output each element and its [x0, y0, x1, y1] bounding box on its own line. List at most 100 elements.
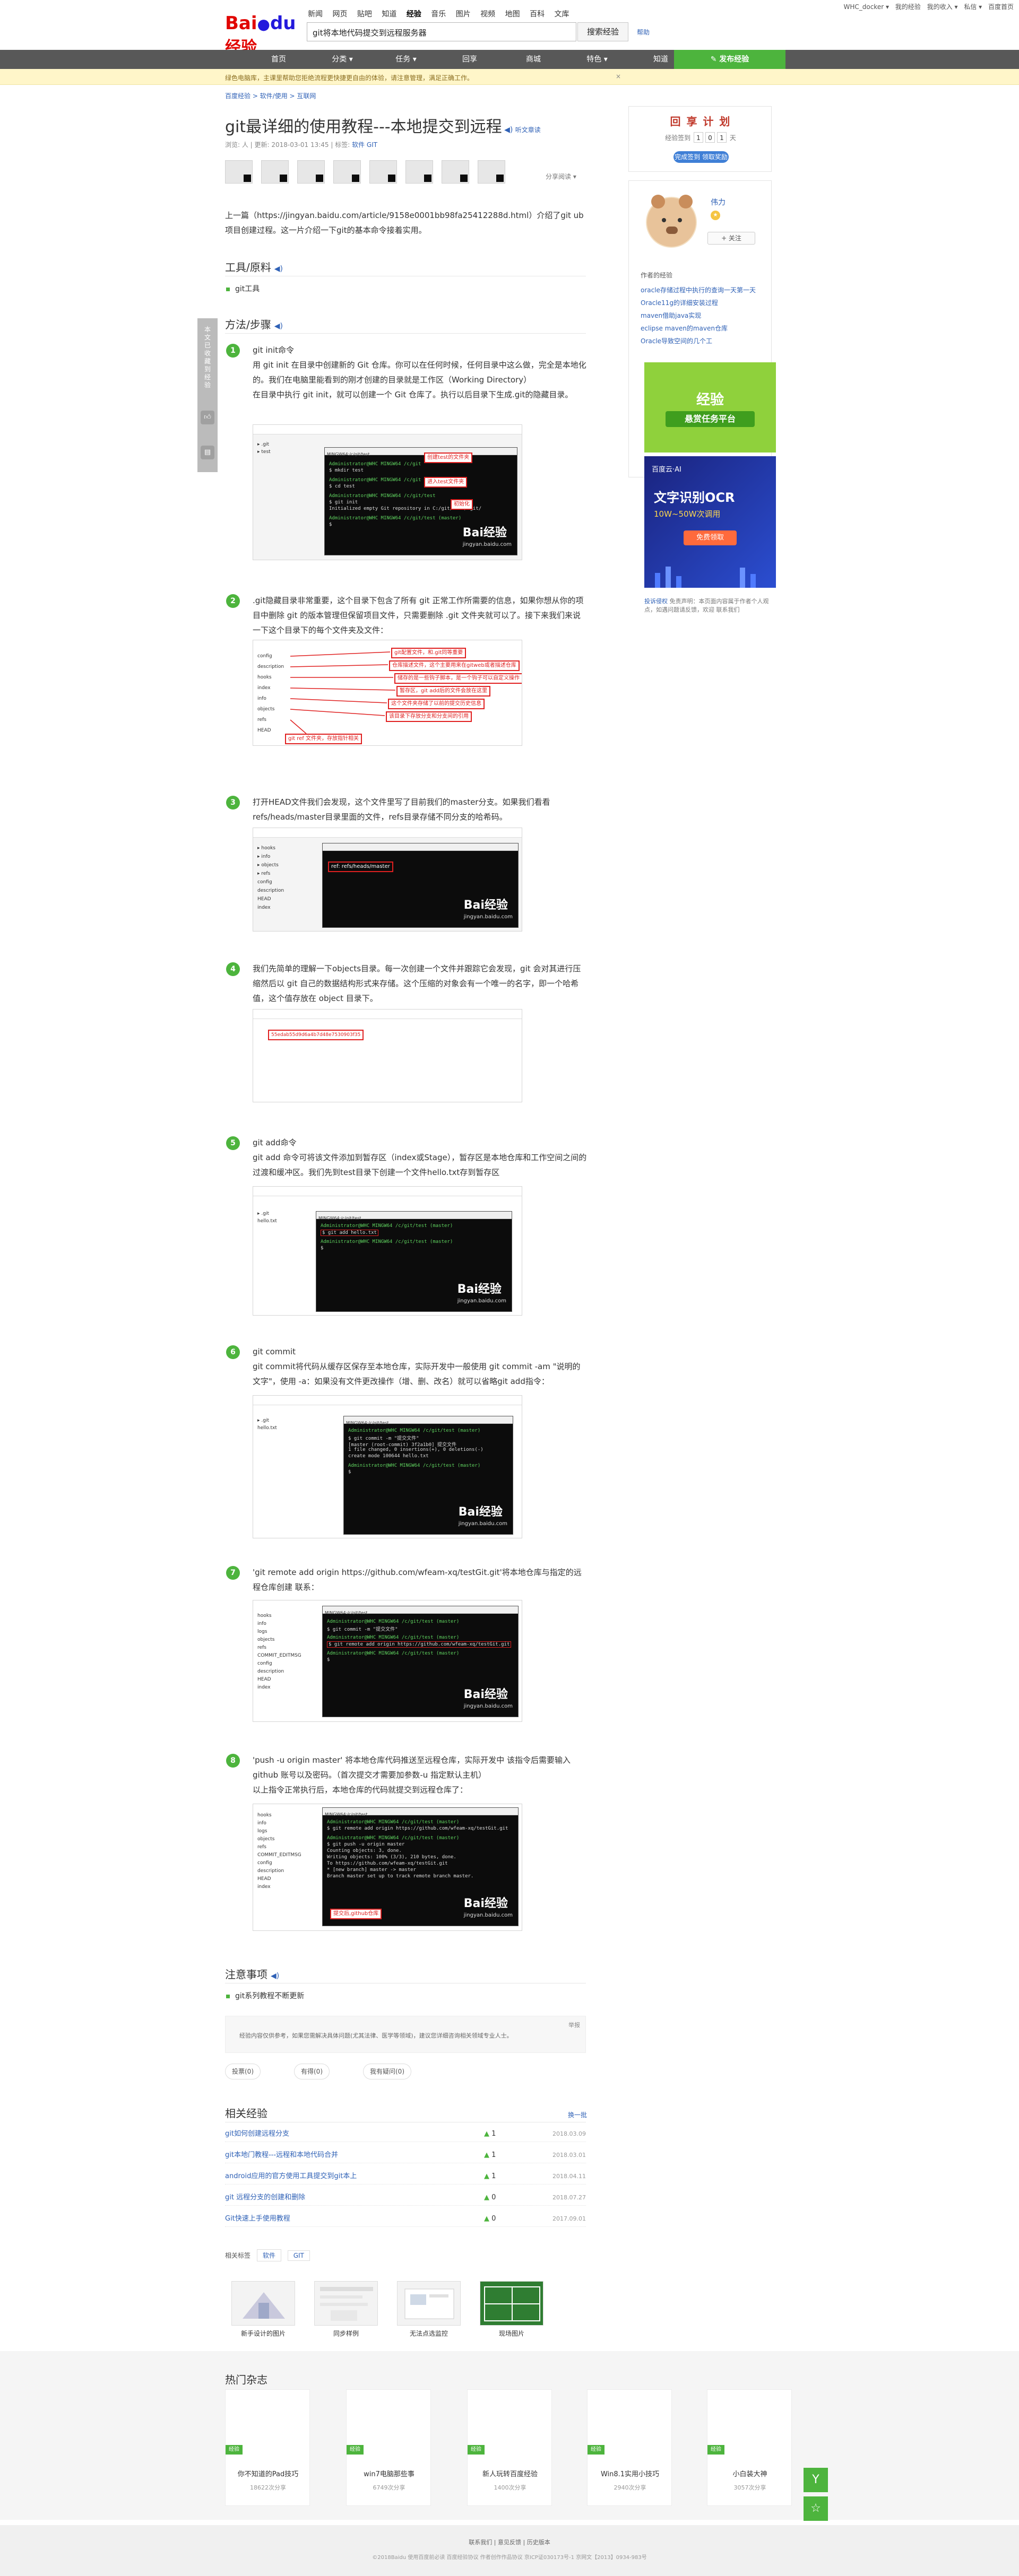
step-screenshot[interactable]: hooks info logs objects refs COMMIT_EDITMSG co… [253, 1600, 522, 1722]
author-name[interactable]: 伟力 [711, 197, 726, 207]
channel-video[interactable]: 视频 [480, 10, 495, 19]
sidebar-report-link[interactable]: 投诉侵权 [644, 598, 668, 605]
refresh-related-link[interactable]: 换一批 [568, 2110, 587, 2119]
close-icon[interactable]: × [616, 73, 621, 80]
article-intro: 上一篇（https://jingyan.baidu.com/article/91… [225, 211, 584, 235]
thumbnail[interactable] [442, 160, 469, 184]
step-line: 在目录中执行 git init，就可以创建一个 Git 仓库了。执行以后目录下生… [253, 390, 573, 399]
thumbnail[interactable] [405, 160, 433, 184]
nav-huixiang[interactable]: 回享 [441, 50, 499, 69]
related-row[interactable]: Git快速上手使用教程 ▲ 0 2017.09.01 [225, 2211, 586, 2227]
related-row[interactable]: git本地门教程---远程和本地代码合并 ▲ 1 2018.03.01 [225, 2147, 586, 2163]
speaker-icon[interactable]: ◀) [274, 322, 283, 330]
step-screenshot[interactable]: ▸ .git hello.txt MINGW64:/c/git/test Admi… [253, 1186, 522, 1316]
tag-link[interactable]: 软件 [256, 2249, 281, 2261]
step-line: git add命令 [253, 1138, 297, 1147]
step-screenshot[interactable]: ▸ .git hello.txt MINGW64:/c/git/test Admi… [253, 1395, 522, 1538]
author-list-item[interactable]: Oracle11g的详细安装过程 [641, 297, 763, 309]
magazine-card[interactable]: 经验 小白装大神 3057次分享 [707, 2389, 792, 2506]
avatar[interactable] [646, 195, 697, 248]
channel-baike[interactable]: 百科 [530, 10, 545, 19]
top-link-income[interactable]: 我的收入 ▾ [927, 3, 958, 11]
nav-task[interactable]: 任务 ▾ [377, 50, 435, 69]
magazine-card[interactable]: 经验 Win8.1实用小技巧 2940次分享 [587, 2389, 672, 2506]
tag-link[interactable]: GIT [287, 2250, 310, 2261]
bullet-icon [226, 1994, 230, 1998]
thumbnail[interactable] [369, 160, 397, 184]
tools-item: git工具 [226, 283, 260, 294]
channel-tieba[interactable]: 贴吧 [357, 10, 372, 19]
thumbnail[interactable] [478, 160, 505, 184]
reco-item[interactable]: 同步样例 [314, 2281, 378, 2338]
related-row[interactable]: git如何创建远程分支 ▲ 1 2018.03.09 [225, 2126, 586, 2142]
channel-jingyan[interactable]: 经验 [407, 10, 421, 19]
channel-zhidao[interactable]: 知道 [382, 10, 396, 19]
related-row[interactable]: android应用的官方使用工具提交到git本上 ▲ 1 2018.04.11 [225, 2169, 586, 2185]
useful-button[interactable]: 有得(0) [294, 2064, 330, 2079]
reco-item[interactable]: 现场图片 [480, 2281, 543, 2338]
thumbs-up-icon[interactable]: 👍︎ [201, 411, 214, 424]
top-link-my-exp[interactable]: 我的经验 [895, 3, 921, 11]
author-list-item[interactable]: maven借助java实现 [641, 309, 763, 322]
nav-special[interactable]: 特色 ▾ [568, 50, 626, 69]
channel-wenku[interactable]: 文库 [555, 10, 569, 19]
publish-experience-button[interactable]: ✎ 发布经验 [674, 50, 785, 69]
magazine-card[interactable]: 经验 win7电脑那些事 6749次分享 [346, 2389, 431, 2506]
speaker-icon[interactable]: ◀) [274, 265, 283, 273]
related-row[interactable]: git 远程分支的创建和删除 ▲ 0 2018.07.27 [225, 2190, 586, 2206]
author-list-item[interactable]: oracle存储过程中执行的查询一天第一天 [641, 284, 763, 297]
meta-tag[interactable]: 软件 GIT [352, 141, 377, 149]
nav-mall[interactable]: 商城 [504, 50, 563, 69]
step-screenshot[interactable]: ▸ .git ▸ test MINGW64:/c/git/test Adminis… [253, 424, 522, 560]
nav-category[interactable]: 分类 ▾ [313, 50, 372, 69]
help-link[interactable]: 帮助 [637, 28, 650, 37]
share-reading[interactable]: 分享阅读 ▾ [546, 172, 576, 181]
step-screenshot[interactable]: 55edab55d9d6a4b7d48e7530903f35 [253, 1009, 522, 1102]
reco-item[interactable]: 无法点选监控 [397, 2281, 461, 2338]
method-heading-text: 方法/步骤 [225, 318, 271, 331]
comment-icon[interactable]: ▤ [201, 446, 214, 459]
report-link[interactable]: 举报 [568, 2021, 580, 2029]
channel-news[interactable]: 新闻 [308, 10, 323, 19]
thumbnail[interactable] [333, 160, 361, 184]
author-list-item[interactable]: eclipse maven的maven仓库 [641, 322, 763, 335]
channel-image[interactable]: 图片 [456, 10, 471, 19]
author-list-heading: 作者的经验 [641, 272, 673, 279]
top-link-baidu-home[interactable]: 百度首页 [988, 3, 1014, 11]
channel-music[interactable]: 音乐 [431, 10, 446, 19]
top-link-messages[interactable]: 私信 ▾ [964, 3, 982, 11]
follow-button[interactable]: + 关注 [707, 232, 755, 245]
share-icon[interactable]: Y [804, 2468, 828, 2492]
thumbnail[interactable] [225, 160, 253, 184]
nav-home[interactable]: 首页 [249, 50, 308, 69]
speaker-icon[interactable]: ◀) [502, 126, 515, 134]
top-link-user[interactable]: WHC_docker ▾ [843, 3, 889, 11]
checkin-button[interactable]: 完成签到 领取奖励 [673, 151, 729, 163]
channel-map[interactable]: 地图 [505, 10, 520, 19]
ad2-button[interactable]: 免费领取 [684, 530, 737, 545]
search-value: git将本地代码提交到远程服务器 [313, 28, 427, 38]
baidu-ai-ocr-ad[interactable]: 百度云·AI 文字识别OCR 10W~50W次调用 免费领取 [644, 456, 776, 588]
favorite-icon[interactable]: ☆ [804, 2496, 828, 2521]
tools-item-text: git工具 [235, 285, 260, 293]
footer-links[interactable]: 联系我们 | 意见反馈 | 历史版本 [0, 2538, 1019, 2546]
step-screenshot[interactable]: hooks info logs objects refs COMMIT_EDITMSG co… [253, 1804, 522, 1931]
search-button[interactable]: 搜索经验 [577, 22, 628, 41]
channel-web[interactable]: 网页 [332, 10, 347, 19]
thumbnail[interactable] [261, 160, 289, 184]
author-list-item[interactable]: Oracle导致空间的几个工 [641, 335, 763, 347]
thumbnail[interactable] [297, 160, 325, 184]
step-screenshot[interactable]: ▸ hooks ▸ info ▸ objects ▸ refs config descri… [253, 828, 522, 932]
breadcrumb[interactable]: 百度经验 > 软件/使用 > 互联网 [225, 91, 316, 100]
vote-button[interactable]: 投票(0) [225, 2064, 261, 2079]
speaker-icon[interactable]: ◀) [271, 1972, 279, 1980]
baidu-jingyan-logo[interactable]: Bai●du经验 [225, 13, 299, 57]
magazine-card[interactable]: 经验 新人玩转百度经验 1400次分享 [467, 2389, 552, 2506]
magazine-card[interactable]: 经验 你不知道的Pad技巧 18622次分享 [225, 2389, 310, 2506]
listen-link[interactable]: 听文章读 [515, 126, 541, 134]
reward-task-ad[interactable]: 经验 悬赏任务平台 [644, 362, 776, 452]
reco-item[interactable]: 新手设计的图片 [231, 2281, 295, 2338]
step-screenshot[interactable]: config description hooks index info objects re… [253, 640, 522, 746]
search-input[interactable]: git将本地代码提交到远程服务器 [307, 22, 576, 41]
question-button[interactable]: 我有疑问(0) [363, 2064, 411, 2079]
